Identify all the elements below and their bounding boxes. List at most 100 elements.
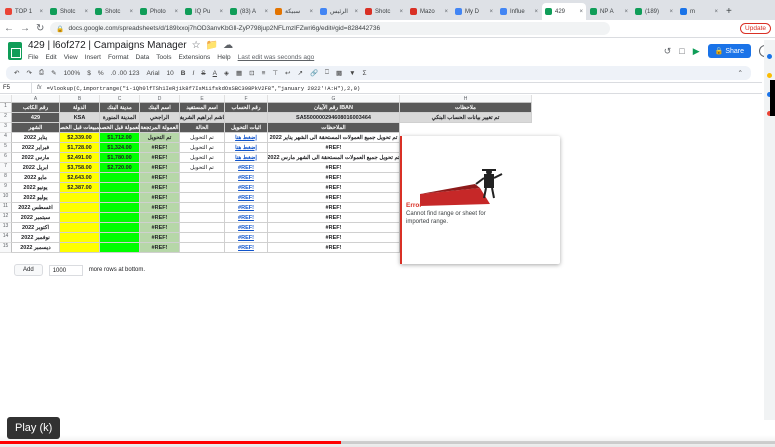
reload-icon[interactable]: ↻	[36, 23, 44, 34]
row-header[interactable]: 14	[0, 233, 12, 243]
month-cell[interactable]: سبتمبر 2022	[12, 213, 60, 223]
note-cell[interactable]: #REF!	[268, 193, 400, 203]
browser-tab[interactable]: Influe ×	[497, 3, 541, 20]
proof-link[interactable]: #REF!	[225, 203, 268, 213]
info-cell[interactable]: تم تغيير بيانات الحساب البنكي	[400, 113, 532, 123]
proof-link[interactable]: #REF!	[225, 193, 268, 203]
sales-cell[interactable]	[60, 233, 100, 243]
menu-insert[interactable]: Insert	[85, 54, 101, 61]
row-header[interactable]: 10	[0, 193, 12, 203]
rotate-icon[interactable]: ↗	[298, 69, 303, 77]
browser-tab[interactable]: Shotc ×	[92, 3, 136, 20]
returned-cell[interactable]: #REF!	[140, 153, 180, 163]
status-cell[interactable]	[180, 183, 225, 193]
tab-close-icon[interactable]: ×	[624, 9, 628, 15]
info-cell[interactable]: الراجحي	[140, 113, 180, 123]
functions-icon[interactable]: Σ	[363, 70, 367, 77]
print-icon[interactable]: ⎙	[39, 69, 44, 77]
tab-close-icon[interactable]: ×	[444, 9, 448, 15]
borders-icon[interactable]: ▦	[236, 69, 242, 77]
back-icon[interactable]: ←	[4, 23, 14, 34]
merge-icon[interactable]: ⊡	[249, 69, 254, 77]
table-header-cell[interactable]: المبيعات قبل الخصم	[60, 123, 100, 133]
header-cell[interactable]: ملاحظات	[400, 103, 532, 113]
commission-cell[interactable]	[100, 173, 140, 183]
row-header[interactable]: 13	[0, 223, 12, 233]
filter-icon[interactable]: ▼	[349, 70, 355, 77]
browser-tab[interactable]: Photo ×	[137, 3, 181, 20]
menu-extensions[interactable]: Extensions	[178, 54, 210, 61]
star-icon[interactable]: ☆	[192, 40, 201, 51]
progress-bar[interactable]	[0, 441, 341, 444]
proof-link[interactable]: #REF!	[225, 243, 268, 253]
column-header[interactable]: C	[100, 95, 140, 103]
browser-tab[interactable]: Shotc ×	[362, 3, 406, 20]
rows-count-input[interactable]: 1000	[48, 264, 83, 276]
row-header[interactable]: 12	[0, 213, 12, 223]
browser-tab[interactable]: 429 ×	[542, 3, 586, 20]
italic-button[interactable]: I	[192, 70, 194, 77]
row-header[interactable]: 5	[0, 143, 12, 153]
sales-cell[interactable]: $2,387.00	[60, 183, 100, 193]
status-cell[interactable]: تم التحويل	[180, 163, 225, 173]
info-cell[interactable]: المدينة المنورة	[100, 113, 140, 123]
browser-tab[interactable]: (83) A ×	[227, 3, 271, 20]
move-icon[interactable]: 📁	[206, 40, 218, 51]
row-header[interactable]: 11	[0, 203, 12, 213]
sales-cell[interactable]	[60, 243, 100, 253]
column-header[interactable]: F	[225, 95, 268, 103]
undo-icon[interactable]: ↶	[14, 69, 19, 77]
column-header[interactable]: B	[60, 95, 100, 103]
fill-color-icon[interactable]: ◈	[224, 69, 229, 77]
returned-cell[interactable]: #REF!	[140, 223, 180, 233]
header-cell[interactable]: الدولة	[60, 103, 100, 113]
select-all-corner[interactable]	[0, 95, 12, 103]
proof-link[interactable]: #REF!	[225, 223, 268, 233]
commission-cell[interactable]: $1,780.00	[100, 153, 140, 163]
note-cell[interactable]: #REF!	[268, 243, 400, 253]
note-cell[interactable]: #REF!	[268, 173, 400, 183]
tab-close-icon[interactable]: ×	[354, 9, 358, 15]
last-edit-link[interactable]: Last edit was seconds ago	[238, 54, 315, 61]
status-cell[interactable]	[180, 213, 225, 223]
keep-icon[interactable]	[767, 54, 772, 59]
row-header[interactable]: 9	[0, 183, 12, 193]
forward-icon[interactable]: →	[20, 23, 30, 34]
status-cell[interactable]	[180, 173, 225, 183]
status-cell[interactable]: تم التحويل	[180, 143, 225, 153]
note-cell[interactable]: تم تحويل جميع العمولات المستحقة الى الشه…	[268, 153, 400, 163]
strikethrough-button[interactable]: S	[201, 70, 205, 77]
menu-format[interactable]: Format	[108, 54, 129, 61]
row-header[interactable]: 7	[0, 163, 12, 173]
month-cell[interactable]: اكتوبر 2022	[12, 223, 60, 233]
info-cell[interactable]: KSA	[60, 113, 100, 123]
proof-link[interactable]: إضغط هنا	[225, 153, 268, 163]
browser-tab[interactable]: الرئيس ×	[317, 3, 361, 20]
meet-icon[interactable]: ▶	[693, 46, 700, 57]
note-cell[interactable]: #REF!	[268, 213, 400, 223]
menu-tools[interactable]: Tools	[156, 54, 171, 61]
menu-view[interactable]: View	[64, 54, 78, 61]
info-cell[interactable]: 429	[12, 113, 60, 123]
proof-link[interactable]: #REF!	[225, 213, 268, 223]
proof-link[interactable]: #REF!	[225, 163, 268, 173]
tab-close-icon[interactable]: ×	[264, 9, 268, 15]
month-cell[interactable]: ابريل 2022	[12, 163, 60, 173]
commission-cell[interactable]	[100, 233, 140, 243]
browser-tab[interactable]: (189) ×	[632, 3, 676, 20]
row-header[interactable]: 4	[0, 133, 12, 143]
status-cell[interactable]: تم التحويل	[180, 133, 225, 143]
proof-link[interactable]: #REF!	[225, 233, 268, 243]
commission-cell[interactable]	[100, 203, 140, 213]
note-cell[interactable]: #REF!	[268, 163, 400, 173]
note-cell[interactable]: #REF!	[268, 223, 400, 233]
percent-button[interactable]: %	[98, 70, 104, 77]
tab-close-icon[interactable]: ×	[84, 9, 88, 15]
browser-tab[interactable]: TOP 1 ×	[2, 3, 46, 20]
proof-link[interactable]: #REF!	[225, 183, 268, 193]
returned-cell[interactable]: #REF!	[140, 143, 180, 153]
status-cell[interactable]	[180, 243, 225, 253]
table-header-cell[interactable]: اثبات التحويل	[225, 123, 268, 133]
info-cell[interactable]: SA5500000294608016003464	[268, 113, 400, 123]
table-header-cell[interactable]: الملاحظات	[268, 123, 400, 133]
